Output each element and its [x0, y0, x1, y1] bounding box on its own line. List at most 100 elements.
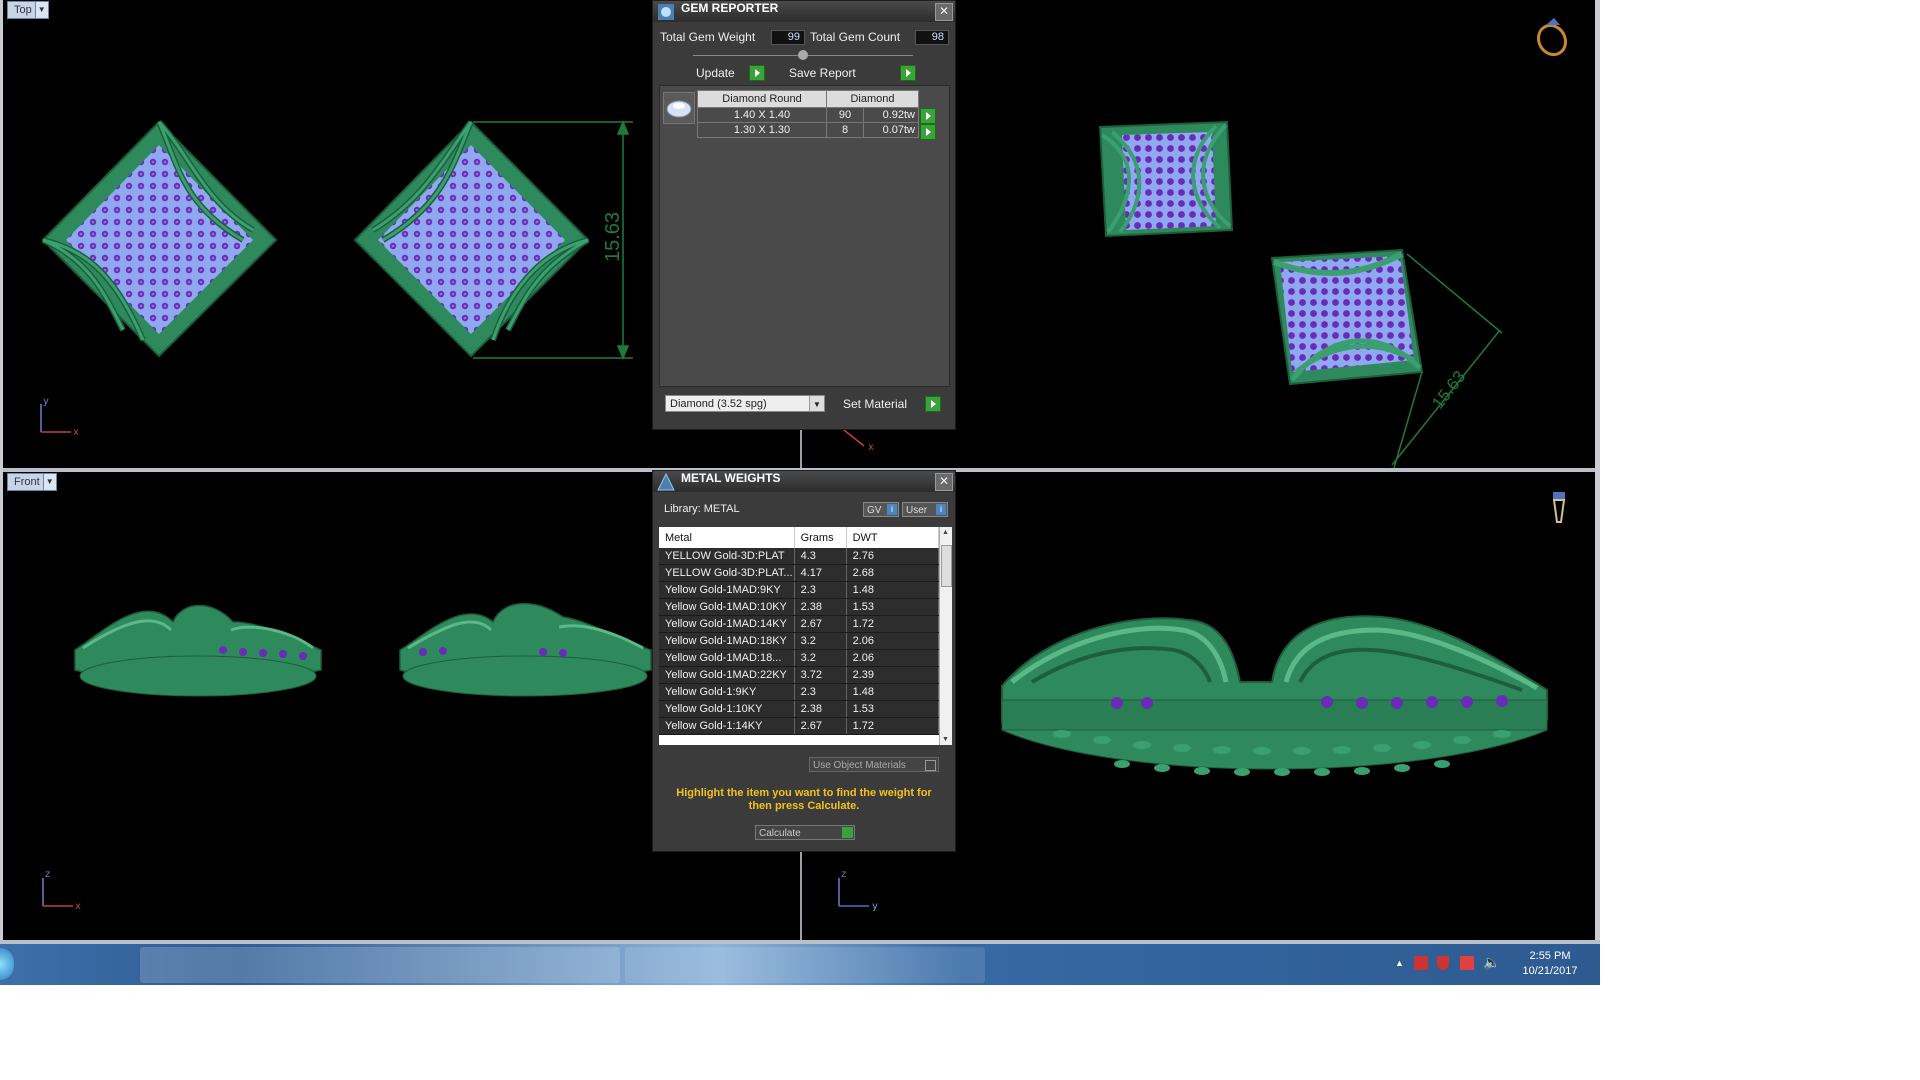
table-row[interactable]: Yellow Gold-1:10KY 2.38 1.53: [659, 700, 939, 718]
dwt-column-header[interactable]: DWT: [846, 527, 939, 548]
metal-dwt: 1.48: [846, 683, 939, 701]
metal-dwt: 2.39: [846, 666, 939, 684]
metal-grams: 2.38: [794, 700, 847, 718]
gem-reporter-panel: GEM REPORTER ✕ Total Gem Weight 99 Total…: [652, 0, 956, 430]
metal-grams: 3.72: [794, 666, 847, 684]
close-icon[interactable]: ✕: [935, 3, 953, 21]
svg-text:y: y: [872, 901, 878, 912]
separator-knob[interactable]: [798, 50, 808, 60]
axis-indicator-side: z y: [838, 869, 878, 912]
metal-dwt: 2.76: [846, 548, 939, 565]
taskbar-app-button[interactable]: [140, 947, 620, 983]
ring-front-model-left: [74, 604, 322, 697]
viewport-menu-dropdown[interactable]: ▼: [42, 474, 56, 490]
scroll-down-arrow[interactable]: ▼: [942, 736, 949, 743]
metal-grams: 3.2: [794, 632, 847, 650]
grams-column-header[interactable]: Grams: [794, 527, 847, 548]
svg-text:z: z: [841, 869, 846, 880]
cad-application-window: 15.63 y x Top ▼ 15.63 x z x Front ▼ z y …: [0, 0, 1600, 985]
metal-dwt: 2.06: [846, 649, 939, 667]
metal-grams: 2.3: [794, 581, 847, 599]
gem-list-area[interactable]: Diamond Round Diamond 1.40 X 1.40 90 0.9…: [659, 85, 950, 387]
metal-grams: 2.38: [794, 598, 847, 616]
metal-dwt: 1.72: [846, 717, 939, 735]
set-material-button[interactable]: Set Material: [843, 396, 943, 413]
table-row[interactable]: 1.30 X 1.30 8 0.07tw: [697, 122, 919, 138]
use-object-materials-checkbox[interactable]: Use Object Materials: [809, 757, 939, 772]
diamond-round-icon: [663, 92, 695, 124]
update-button[interactable]: Update: [696, 65, 766, 82]
clock[interactable]: 2:55 PM 10/21/2017: [1505, 950, 1595, 977]
volume-icon[interactable]: 🔈: [1483, 954, 1500, 971]
show-hidden-icons-icon[interactable]: ▲: [1395, 958, 1404, 968]
metal-table[interactable]: Metal Grams DWT YELLOW Gold-3D:PLAT 4.3 2.…: [659, 527, 939, 745]
axis-indicator-top: y x: [40, 396, 79, 438]
metal-table-grid: Metal Grams DWT YELLOW Gold-3D:PLAT 4.3 2.…: [659, 527, 939, 735]
ring-view-icon[interactable]: [1533, 18, 1571, 59]
gem-size: 1.30 X 1.30: [697, 122, 827, 138]
clock-date: 10/21/2017: [1522, 965, 1578, 977]
metal-column-header[interactable]: Metal: [659, 527, 795, 548]
scroll-up-arrow[interactable]: ▲: [942, 529, 949, 536]
taskbar-app-button[interactable]: [625, 947, 985, 983]
total-gem-count-value: 98: [915, 30, 949, 45]
metal-dwt: 1.48: [846, 581, 939, 599]
table-row[interactable]: Yellow Gold-1:9KY 2.3 1.48: [659, 683, 939, 701]
instruction-text: Highlight the item you want to find the …: [676, 787, 932, 812]
metal-dwt: 1.72: [846, 615, 939, 633]
svg-text:y: y: [43, 396, 49, 407]
svg-text:x: x: [73, 427, 79, 438]
gem-weight: 0.07tw: [863, 122, 919, 138]
gem-table: Diamond Round Diamond 1.40 X 1.40 90 0.9…: [697, 90, 919, 138]
metal-grams: 3.2: [794, 649, 847, 667]
start-button[interactable]: [0, 948, 14, 980]
metal-weights-titlebar[interactable]: METAL WEIGHTS ✕: [653, 471, 955, 492]
pendant-view-icon[interactable]: [1552, 492, 1566, 523]
table-row[interactable]: 1.40 X 1.40 90 0.92tw: [697, 107, 919, 123]
svg-text:z: z: [45, 869, 50, 880]
ring-perspective-model-upper: [1098, 120, 1234, 238]
scroll-thumb[interactable]: [941, 545, 952, 587]
metal-dwt: 1.53: [846, 700, 939, 718]
dimension-label-top: 15.63: [602, 212, 624, 262]
table-row[interactable]: YELLOW Gold-3D:PLAT 4.3 2.76: [659, 548, 939, 565]
table-row[interactable]: Yellow Gold-1MAD:18... 3.2 2.06: [659, 649, 939, 667]
metal-name: Yellow Gold-1MAD:9KY: [659, 581, 795, 599]
table-row[interactable]: Yellow Gold-1:14KY 2.67 1.72: [659, 717, 939, 735]
gv-toggle[interactable]: GV i: [863, 502, 899, 517]
save-report-button[interactable]: Save Report: [789, 65, 919, 82]
calculate-button[interactable]: Calculate: [755, 825, 855, 840]
row-select-button[interactable]: [920, 108, 936, 125]
ring-top-model-left: [41, 120, 278, 358]
viewport-label-top[interactable]: Top ▼: [7, 1, 49, 19]
window-left-border: [0, 0, 3, 944]
windows-taskbar: ▲ 🔈 2:55 PM 10/21/2017: [0, 944, 1600, 985]
table-row[interactable]: Yellow Gold-1MAD:10KY 2.38 1.53: [659, 598, 939, 616]
gem-reporter-icon: [658, 4, 674, 20]
gem-weight: 0.92tw: [863, 107, 919, 123]
ring-front-model-right: [399, 603, 652, 697]
metal-table-scrollbar[interactable]: ▲ ▼: [939, 527, 952, 745]
viewport-menu-dropdown[interactable]: ▼: [34, 2, 48, 18]
table-row[interactable]: Yellow Gold-1MAD:9KY 2.3 1.48: [659, 581, 939, 599]
library-label: Library: METAL: [664, 503, 740, 515]
flag-icon[interactable]: [1414, 956, 1428, 970]
chevron-down-icon[interactable]: ▼: [809, 396, 824, 411]
shield-icon[interactable]: [1437, 956, 1449, 970]
svg-text:x: x: [75, 901, 81, 912]
network-icon[interactable]: [1460, 956, 1474, 970]
table-row[interactable]: YELLOW Gold-3D:PLAT... 4.17 2.68: [659, 564, 939, 582]
table-row[interactable]: Yellow Gold-1MAD:14KY 2.67 1.72: [659, 615, 939, 633]
gem-reporter-titlebar[interactable]: GEM REPORTER ✕: [653, 1, 955, 22]
row-select-button[interactable]: [920, 124, 936, 141]
metal-grams: 4.3: [794, 548, 847, 565]
user-toggle[interactable]: User i: [902, 502, 948, 517]
update-go-icon: [749, 65, 765, 81]
close-icon[interactable]: ✕: [935, 473, 953, 491]
ring-top-model-right: [353, 120, 590, 358]
table-row[interactable]: Yellow Gold-1MAD:22KY 3.72 2.39: [659, 666, 939, 684]
viewport-label-front[interactable]: Front ▼: [7, 473, 57, 491]
table-row[interactable]: Yellow Gold-1MAD:18KY 3.2 2.06: [659, 632, 939, 650]
ring-side-model: [1001, 615, 1548, 776]
material-select[interactable]: Diamond (3.52 spg) ▼: [665, 395, 825, 412]
